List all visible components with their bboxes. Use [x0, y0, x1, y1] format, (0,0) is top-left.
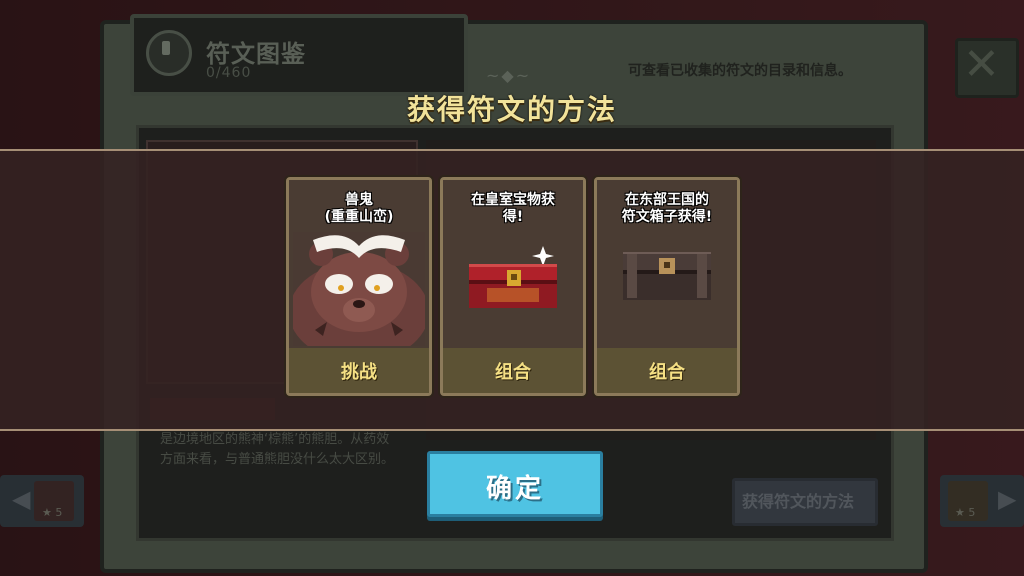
card-source-line: 在东部王国的 [625, 192, 709, 208]
card-action-label: 挑战 [341, 362, 377, 383]
bear-boss-icon [293, 232, 425, 346]
card-action-label: 组合 [495, 362, 531, 383]
acquire-card-royal-treasure[interactable]: 在皇室宝物获 得! 组合 [440, 177, 586, 396]
card-source-line: 符文箱子获得! [621, 209, 713, 225]
confirm-button[interactable]: 确定 [427, 451, 603, 517]
card-source-text: 在皇室宝物获 得! [443, 192, 583, 226]
modal-title: 获得符文的方法 [406, 93, 617, 126]
confirm-label: 确定 [485, 474, 544, 504]
card-source-line: 在皇室宝物获 [471, 192, 555, 208]
card-source-line: 得! [502, 209, 524, 225]
dark-chest-icon [623, 252, 711, 300]
red-chest-icon [469, 246, 557, 308]
card-action-label: 组合 [649, 362, 685, 383]
card-source-line: (重重山峦) [324, 209, 394, 225]
acquire-card-rune-box[interactable]: 在东部王国的 符文箱子获得! 组合 [594, 177, 740, 396]
card-source-text: 在东部王国的 符文箱子获得! [597, 192, 737, 226]
card-source-line: 兽鬼 [345, 192, 373, 208]
card-source-text: 兽鬼 (重重山峦) [289, 192, 429, 226]
acquire-card-challenge[interactable]: 兽鬼 (重重山峦) 挑战 [286, 177, 432, 396]
